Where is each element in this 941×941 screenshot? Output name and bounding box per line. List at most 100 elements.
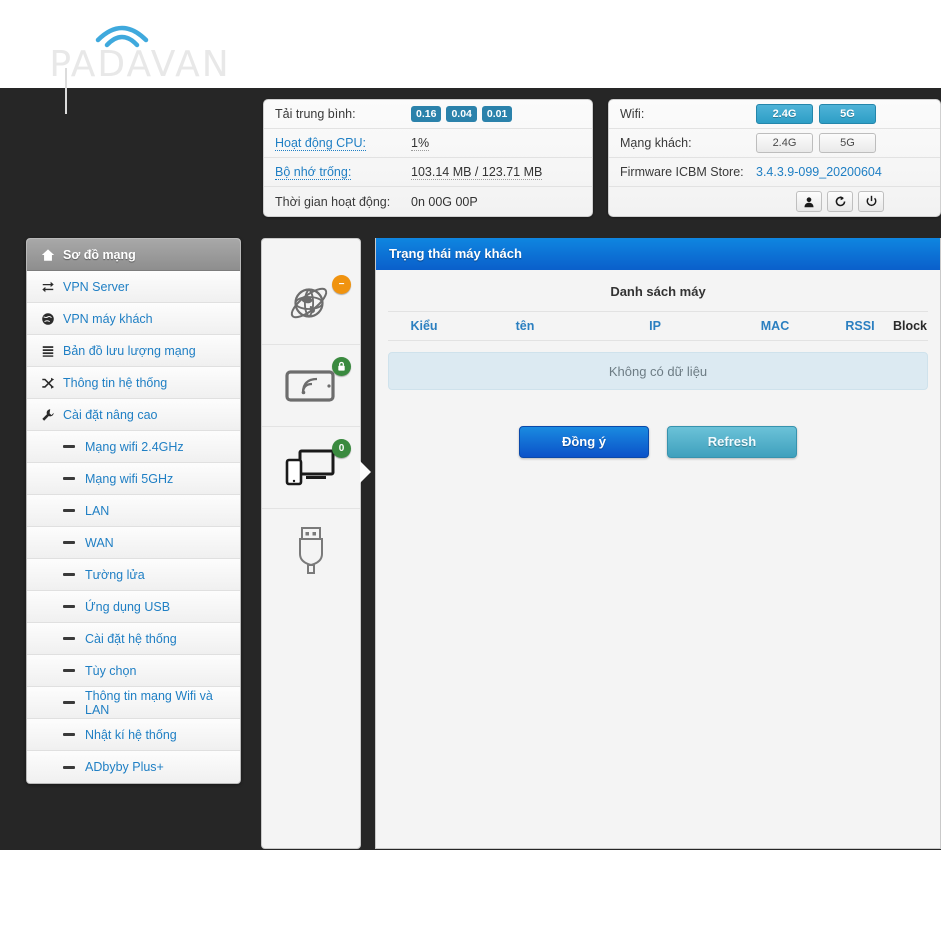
sidebar-item-11[interactable]: Tường lửa (27, 559, 240, 591)
wrench-icon (38, 408, 57, 422)
status-row-load: Tải trung bình: 0.16 0.04 0.01 (264, 100, 592, 129)
sidebar-item-label: Mạng wifi 5GHz (85, 471, 174, 486)
padavan-logo: PADAVAN (40, 18, 240, 114)
map-node-clients[interactable]: 0 (262, 427, 360, 509)
internet-globe-icon (290, 287, 328, 318)
lock-icon (338, 361, 345, 371)
user-button[interactable] (796, 191, 822, 212)
sidebar-item-12[interactable]: Ứng dụng USB (27, 591, 240, 623)
action-button-row: Đồng ý Refresh (388, 426, 928, 458)
wifi-toggle-group: 2.4G 5G (756, 104, 876, 124)
header-action-buttons (796, 191, 884, 212)
sidebar-item-2[interactable]: VPN Server (27, 271, 240, 303)
sidebar-item-label: VPN máy khách (63, 311, 153, 326)
column-header[interactable]: tên (460, 319, 590, 333)
uptime-label: Thời gian hoạt động: (275, 194, 391, 209)
uptime-value: 0n 00G 00P (411, 194, 478, 209)
wifi-row: Wifi: 2.4G 5G (609, 100, 940, 129)
load-badge-3: 0.01 (481, 106, 513, 122)
guest-24g-toggle[interactable]: 2.4G (756, 133, 813, 153)
client-table-header: Kiểu tên IP MAC RSSI Block (388, 311, 928, 341)
sidebar-item-label: Tường lửa (85, 567, 145, 582)
sidebar-item-16[interactable]: Nhật kí hệ thống (27, 719, 240, 751)
cpu-usage-label[interactable]: Hoạt động CPU: (275, 136, 367, 151)
free-memory-label[interactable]: Bộ nhớ trống: (275, 165, 352, 180)
globe-icon (38, 312, 57, 326)
dash-icon (63, 573, 75, 576)
column-header[interactable]: RSSI (830, 319, 890, 333)
firmware-row: Firmware ICBM Store: 3.4.3.9-099_2020060… (609, 158, 940, 187)
sidebar-item-label: Tùy chọn (85, 663, 137, 678)
sidebar-item-label: Cài đặt hệ thống (85, 631, 177, 646)
header: PADAVAN Tải trung bình: 0.16 0.04 0.01 H… (0, 0, 941, 217)
column-header[interactable]: Kiểu (388, 319, 460, 333)
sidebar-item-label: Nhật kí hệ thống (85, 727, 177, 742)
map-node-usb[interactable] (262, 509, 360, 591)
dash-icon (63, 541, 75, 544)
dash-icon (63, 605, 75, 608)
sidebar-item-label: Sơ đồ mạng (63, 247, 136, 262)
power-button[interactable] (858, 191, 884, 212)
guest-toggle-group: 2.4G 5G (756, 133, 876, 153)
dash-icon (63, 669, 75, 672)
dash-icon (63, 733, 75, 736)
guest-5g-toggle[interactable]: 5G (819, 133, 876, 153)
apply-button[interactable]: Đồng ý (519, 426, 649, 458)
sidebar-item-14[interactable]: Tùy chọn (27, 655, 240, 687)
panel-title: Trạng thái máy khách (376, 238, 940, 270)
sidebar-item-3[interactable]: VPN máy khách (27, 303, 240, 335)
sidebar-item-10[interactable]: WAN (27, 527, 240, 559)
wifi-24g-toggle[interactable]: 2.4G (756, 104, 813, 124)
list-icon (38, 344, 57, 358)
clients-devices-icon (285, 449, 335, 485)
client-list-title: Danh sách máy (610, 284, 706, 299)
map-node-internet[interactable]: − (262, 263, 360, 345)
load-badge-1: 0.16 (411, 106, 442, 122)
power-icon (866, 195, 876, 207)
brand-name: PADAVAN (49, 44, 231, 85)
sidebar-item-5[interactable]: Thông tin hệ thống (27, 367, 240, 399)
guest-network-label: Mạng khách: (620, 136, 692, 150)
dash-icon (63, 509, 75, 512)
header-action-row (609, 187, 940, 216)
sidebar-item-label: Ứng dụng USB (85, 599, 171, 614)
sidebar-item-label: Bản đồ lưu lượng mạng (63, 343, 196, 358)
column-header[interactable]: IP (590, 319, 720, 333)
exchange-icon (38, 280, 57, 294)
refresh-icon (835, 195, 845, 207)
wireless-status-badge (332, 357, 351, 376)
user-icon (804, 196, 814, 207)
system-status-panel: Tải trung bình: 0.16 0.04 0.01 Hoạt động… (263, 99, 593, 217)
column-header[interactable]: MAC (720, 319, 830, 333)
sidebar-item-7[interactable]: Mạng wifi 2.4GHz (27, 431, 240, 463)
dash-icon (63, 765, 75, 769)
sidebar-item-8[interactable]: Mạng wifi 5GHz (27, 463, 240, 495)
sidebar-item-6[interactable]: Cài đặt nâng cao (27, 399, 240, 431)
dash-icon (63, 477, 75, 480)
wifi-5g-toggle[interactable]: 5G (819, 104, 876, 124)
sidebar-item-1[interactable]: Sơ đồ mạng (27, 239, 240, 271)
shuffle-icon (38, 376, 57, 390)
load-badge-2: 0.04 (446, 106, 477, 122)
wifi-status-panel: Wifi: 2.4G 5G Mạng khách: 2.4G 5G Firmwa… (608, 99, 941, 217)
sidebar-nav: Sơ đồ mạng VPN Server VPN máy khách Bản đồ … (26, 238, 241, 784)
column-header[interactable]: Block (890, 319, 930, 333)
refresh-button[interactable]: Refresh (667, 426, 797, 458)
cpu-usage-value: 1% (411, 135, 430, 151)
sidebar-item-4[interactable]: Bản đồ lưu lượng mạng (27, 335, 240, 367)
status-row-cpu: Hoạt động CPU: 1% (264, 129, 592, 158)
reboot-button[interactable] (827, 191, 853, 212)
guest-network-row: Mạng khách: 2.4G 5G (609, 129, 940, 158)
sidebar-item-13[interactable]: Cài đặt hệ thống (27, 623, 240, 655)
screenshot-root: PADAVAN Tải trung bình: 0.16 0.04 0.01 H… (0, 0, 941, 941)
firmware-version[interactable]: 3.4.3.9-099_20200604 (756, 165, 882, 179)
map-node-wireless[interactable] (262, 345, 360, 427)
sidebar-item-17[interactable]: ADbyby Plus+ (27, 751, 240, 783)
sidebar-item-label: Thông tin mạng Wifi và LAN (85, 688, 213, 717)
firmware-label: Firmware ICBM Store: (620, 165, 744, 179)
sidebar-item-15[interactable]: Thông tin mạng Wifi và LAN (27, 687, 240, 719)
sidebar-item-label: Thông tin hệ thống (63, 375, 168, 390)
sidebar-item-label: VPN Server (63, 279, 129, 294)
wifi-label: Wifi: (620, 107, 645, 121)
sidebar-item-9[interactable]: LAN (27, 495, 240, 527)
